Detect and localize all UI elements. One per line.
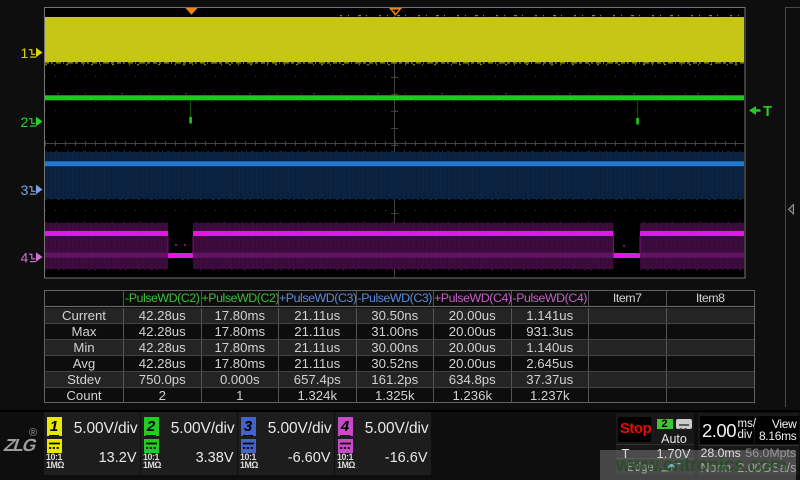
svg-text:3: 3 xyxy=(21,182,29,198)
svg-text:4: 4 xyxy=(21,249,29,265)
svg-text:1: 1 xyxy=(21,45,29,61)
svg-text:2: 2 xyxy=(21,114,29,130)
svg-text:T: T xyxy=(763,103,772,120)
